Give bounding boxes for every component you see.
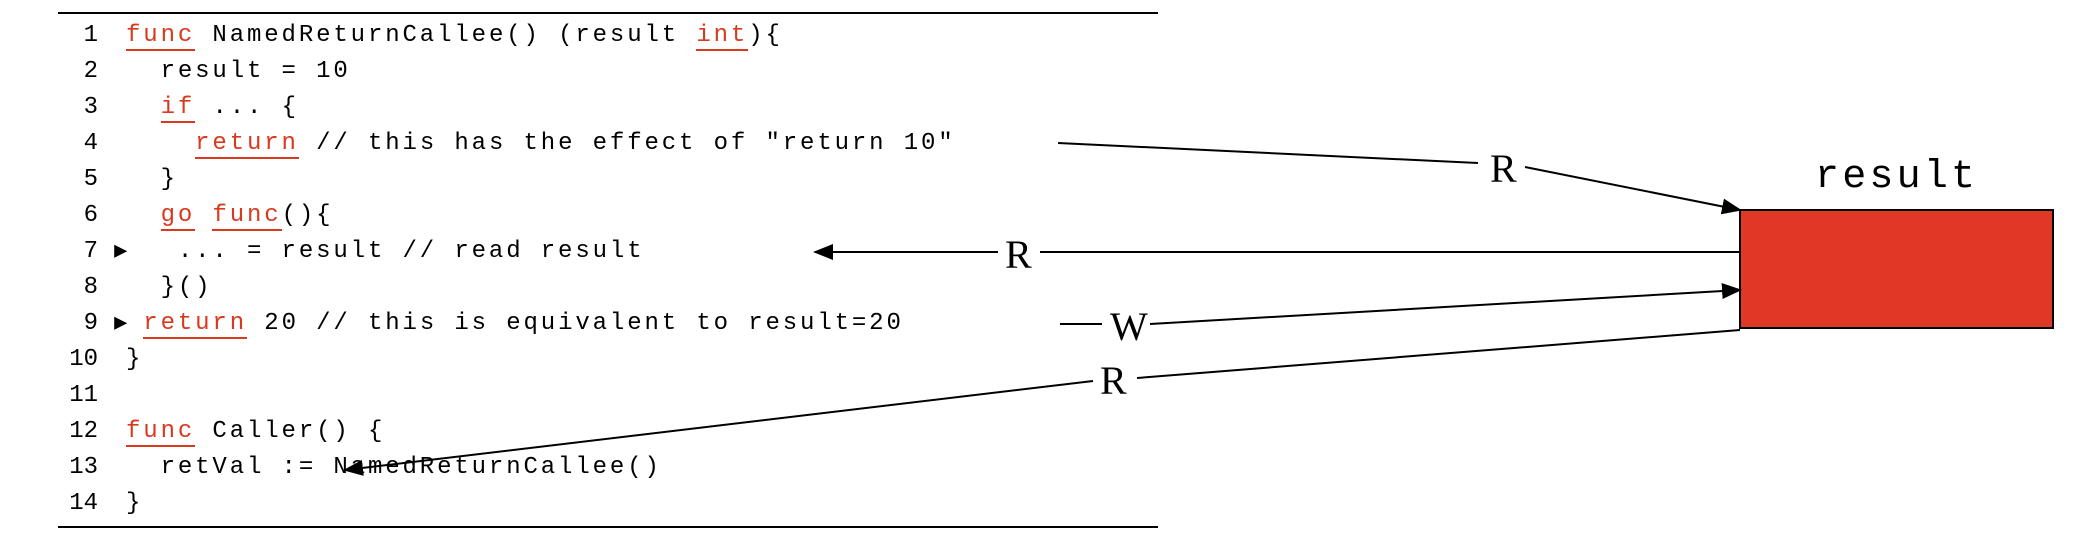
code-block: 1func NamedReturnCallee() (result int){2…	[58, 18, 1158, 522]
line-number: 6	[58, 198, 98, 234]
code-text: func Caller() {	[126, 414, 385, 450]
code-line-5: 5 }	[58, 162, 1158, 198]
edge-label-r2: R	[1005, 231, 1032, 278]
edge-label-r3: R	[1100, 357, 1127, 404]
keyword: func	[212, 202, 281, 231]
triangle-marker-icon: ▶	[98, 234, 126, 270]
keyword: func	[126, 22, 195, 51]
code-text: }	[126, 162, 178, 198]
code-text: retVal := NamedReturnCallee()	[126, 450, 662, 486]
line-number: 7	[58, 234, 98, 270]
code-line-12: 12 func Caller() {	[58, 414, 1158, 450]
code-text: return // this has the effect of "return…	[126, 126, 956, 162]
rule-bottom	[58, 526, 1158, 528]
code-text: }()	[126, 270, 212, 306]
memory-label: result	[1815, 155, 1978, 200]
code-listing: 1func NamedReturnCallee() (result int){2…	[58, 12, 1158, 528]
code-text: }	[126, 342, 143, 378]
code-text: go func(){	[126, 198, 333, 234]
code-line-1: 1 func NamedReturnCallee() (result int){	[58, 18, 1158, 54]
line-number: 11	[58, 378, 98, 414]
code-text: if ... {	[126, 90, 299, 126]
line-number: 13	[58, 450, 98, 486]
edge-label-r1: R	[1490, 145, 1517, 192]
keyword: return	[143, 310, 247, 339]
memory-box-result	[1739, 209, 2054, 329]
keyword: if	[161, 94, 196, 123]
rule-top	[58, 12, 1158, 14]
code-line-6: 6 go func(){	[58, 198, 1158, 234]
keyword: func	[126, 418, 195, 447]
code-text: }	[126, 486, 143, 522]
edge-w-line9-to-result	[1060, 290, 1740, 324]
line-number: 8	[58, 270, 98, 306]
keyword: go	[161, 202, 196, 231]
code-line-7: 7 ▶ ... = result // read result	[58, 234, 1158, 270]
keyword: int	[696, 22, 748, 51]
code-text: return 20 // this is equivalent to resul…	[126, 306, 904, 342]
line-number: 4	[58, 126, 98, 162]
code-line-11: 11	[58, 378, 1158, 414]
edge-r1-line4-to-result	[1058, 143, 1740, 210]
line-number: 9	[58, 306, 98, 342]
code-line-14: 14}	[58, 486, 1158, 522]
code-line-4: 4 return // this has the effect of "retu…	[58, 126, 1158, 162]
code-line-3: 3 if ... {	[58, 90, 1158, 126]
triangle-marker-icon: ▶	[98, 306, 126, 342]
edge-label-w: W	[1110, 303, 1148, 350]
code-line-9: 9 ▶ return 20 // this is equivalent to r…	[58, 306, 1158, 342]
code-line-10: 10}	[58, 342, 1158, 378]
line-number: 2	[58, 54, 98, 90]
code-line-8: 8 }()	[58, 270, 1158, 306]
line-number: 12	[58, 414, 98, 450]
code-text: func NamedReturnCallee() (result int){	[126, 18, 783, 54]
keyword: return	[195, 130, 299, 159]
line-number: 14	[58, 486, 98, 522]
code-text: ... = result // read result	[126, 234, 644, 270]
line-number: 10	[58, 342, 98, 378]
line-number: 5	[58, 162, 98, 198]
code-line-13: 13 retVal := NamedReturnCallee()	[58, 450, 1158, 486]
code-text: result = 10	[126, 54, 351, 90]
code-line-2: 2 result = 10	[58, 54, 1158, 90]
line-number: 3	[58, 90, 98, 126]
line-number: 1	[58, 18, 98, 54]
